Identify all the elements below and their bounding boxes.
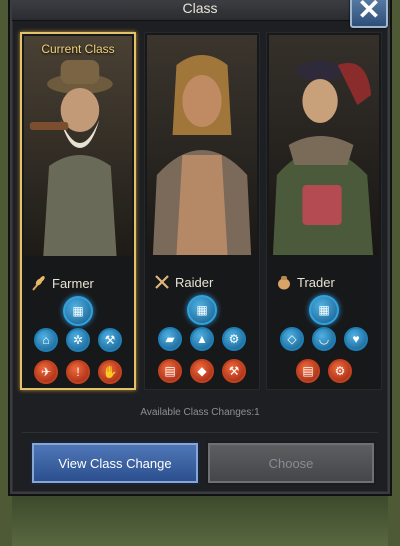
castle-icon[interactable]: ▦ xyxy=(63,296,93,326)
wheel-icon[interactable]: ✲ xyxy=(66,328,90,352)
class-cards: Current Class Farmer ▦ ⌂ ✲ ⚒ ✈ ! ✋ Raide… xyxy=(18,32,384,394)
game-background-bottom xyxy=(0,496,400,546)
gem-icon[interactable]: ◆ xyxy=(190,359,214,383)
gear-plus-icon[interactable]: ⚙ xyxy=(328,359,352,383)
gold-bars-icon[interactable]: ▤ xyxy=(296,359,320,383)
class-label: Trader xyxy=(297,274,335,290)
class-name-raider: Raider xyxy=(153,273,213,291)
dove-icon[interactable]: ✈ xyxy=(34,360,58,384)
tent-icon[interactable]: ▲ xyxy=(190,327,214,351)
class-label: Farmer xyxy=(52,275,94,291)
class-name-trader: Trader xyxy=(275,273,335,291)
crossed-swords-icon xyxy=(153,273,171,291)
gear-plus-icon[interactable]: ⚙ xyxy=(222,327,246,351)
castle-icon[interactable]: ▦ xyxy=(187,295,217,325)
class-card-raider[interactable]: Raider ▦ ▰ ▲ ⚙ ▤ ◆ ⚒ xyxy=(144,32,260,390)
ability-row-3: ✈ ! ✋ xyxy=(22,360,134,384)
hand-icon[interactable]: ✋ xyxy=(98,360,122,384)
class-label: Raider xyxy=(175,274,214,290)
current-class-label: Current Class xyxy=(41,42,115,56)
view-class-change-button[interactable]: View Class Change xyxy=(32,443,198,483)
ability-row-2: ◇ ◡ ♥ xyxy=(267,327,381,351)
castle-icon[interactable]: ▦ xyxy=(309,295,339,325)
house-icon[interactable]: ⌂ xyxy=(34,328,58,352)
class-name-farmer: Farmer xyxy=(30,274,94,292)
ability-row-3: ▤ ⚙ xyxy=(267,359,381,383)
wheat-icon xyxy=(30,274,48,292)
heart-gem-icon[interactable]: ♥ xyxy=(344,327,368,351)
farmer-portrait: Current Class xyxy=(24,36,132,256)
scroll-icon[interactable]: ! xyxy=(66,360,90,384)
ability-row-2: ▰ ▲ ⚙ xyxy=(145,327,259,351)
boat-icon[interactable]: ◡ xyxy=(312,327,336,351)
ability-row-1: ▦ xyxy=(22,296,134,326)
class-card-trader[interactable]: Trader ▦ ◇ ◡ ♥ ▤ ⚙ xyxy=(266,32,382,390)
ability-row-1: ▦ xyxy=(267,295,381,325)
gold-bars-icon[interactable]: ▤ xyxy=(158,359,182,383)
choose-button[interactable]: Choose xyxy=(208,443,374,483)
raider-portrait xyxy=(147,35,257,255)
ability-row-1: ▦ xyxy=(145,295,259,325)
available-class-changes: Available Class Changes:1 xyxy=(140,407,260,418)
close-button[interactable]: ✕ xyxy=(350,0,388,28)
ability-row-3: ▤ ◆ ⚒ xyxy=(145,359,259,383)
cart-icon[interactable]: ▰ xyxy=(158,327,182,351)
diamond-icon[interactable]: ◇ xyxy=(280,327,304,351)
class-dialog: Class ✕ Current Class Farmer ▦ ⌂ ✲ ⚒ ✈ !… xyxy=(10,0,390,494)
ability-row-2: ⌂ ✲ ⚒ xyxy=(22,328,134,352)
divider xyxy=(22,432,378,433)
money-bag-icon xyxy=(275,273,293,291)
class-card-farmer[interactable]: Current Class Farmer ▦ ⌂ ✲ ⚒ ✈ ! ✋ xyxy=(20,32,136,390)
pickaxe-icon[interactable]: ⚒ xyxy=(222,359,246,383)
trader-portrait xyxy=(269,35,379,255)
title-bar: Class xyxy=(12,0,388,21)
pickaxe-icon[interactable]: ⚒ xyxy=(98,328,122,352)
dialog-title: Class xyxy=(182,0,218,16)
